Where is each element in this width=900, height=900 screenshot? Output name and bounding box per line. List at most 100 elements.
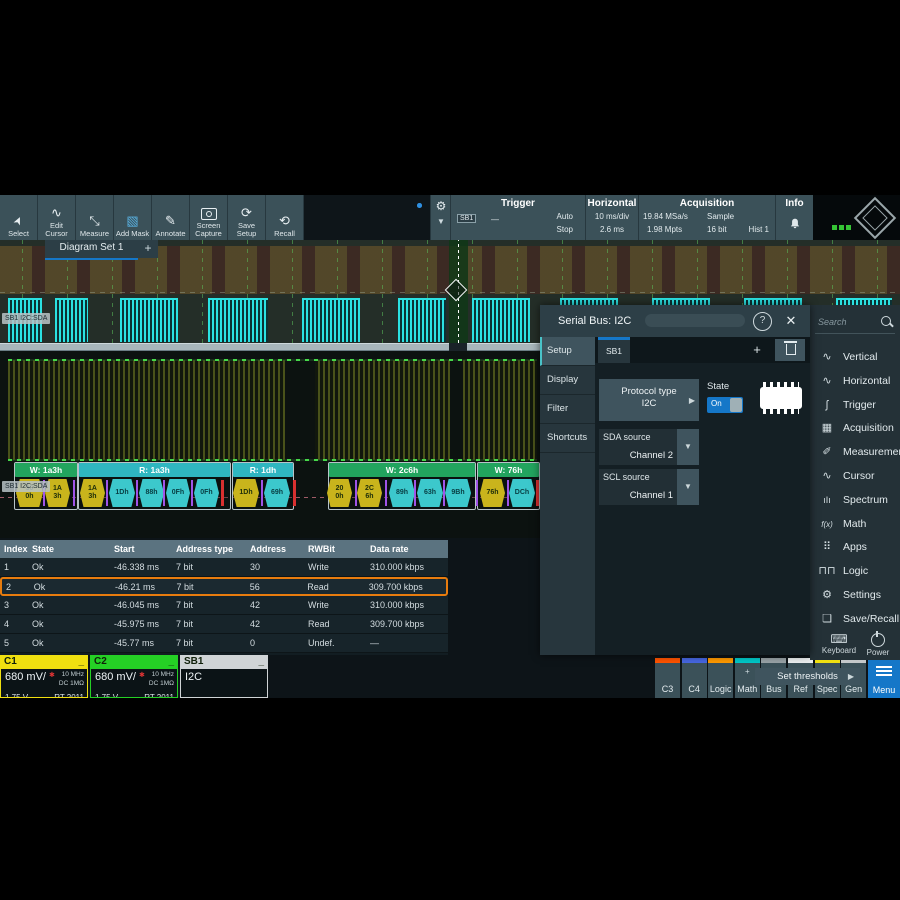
sidebar-item-settings[interactable]: ⚙Settings — [810, 583, 900, 608]
table-cell: Ok — [28, 562, 110, 572]
menu-label: Menu — [868, 685, 900, 695]
column-header-state[interactable]: State — [28, 544, 110, 554]
splitter-handle[interactable] — [449, 343, 467, 351]
set-thresholds-button[interactable]: Set thresholds ▶ — [755, 668, 860, 685]
state-toggle[interactable]: On — [707, 397, 743, 413]
sidebar-item-acquisition[interactable]: ▦Acquisition — [810, 416, 900, 441]
badge-coupling: DC 1MΩ — [149, 680, 174, 687]
channel-color-strip — [708, 658, 733, 663]
sidebar-item-apps[interactable]: ⠿Apps — [810, 535, 900, 560]
add-diagram-tab-button[interactable]: + — [138, 240, 158, 258]
toolbar-button-recall[interactable]: ⟲Recall — [266, 195, 304, 240]
chevron-right-icon: ▶ — [689, 396, 695, 405]
sidebar-item-math[interactable]: f(x)Math — [810, 512, 900, 537]
stop-condition-mark — [536, 480, 539, 506]
chevron-down-icon[interactable]: ▼ — [677, 429, 699, 465]
sidebar-item-horizontal[interactable]: ∿Horizontal — [810, 369, 900, 394]
dialog-tab-filter[interactable]: Filter — [540, 395, 595, 424]
hamburger-icon — [876, 666, 892, 676]
trigger-info[interactable]: Trigger SB1 — Auto Stop — [450, 195, 585, 240]
power-label: Power — [858, 648, 898, 657]
sidebar-item-logic[interactable]: ⊓⊓Logic — [810, 559, 900, 584]
table-row[interactable]: 5Ok-45.77 ms7 bit0Undef.— — [0, 634, 448, 653]
sidebar-item-spectrum[interactable]: ıIıSpectrum — [810, 488, 900, 513]
column-header-start[interactable]: Start — [110, 544, 172, 554]
spectrum-icon: ıIı — [817, 488, 837, 513]
column-header-address-type[interactable]: Address type — [172, 544, 246, 554]
power-button[interactable]: Power — [858, 632, 898, 657]
scl-source-combo[interactable]: SCL source Channel 1 ▼ — [599, 469, 699, 505]
acquisition-info[interactable]: Acquisition 19.84 MSa/s Sample 1.98 Mpts… — [638, 195, 775, 240]
column-header-rwbit[interactable]: RWBit — [304, 544, 366, 554]
keyboard-button[interactable]: ⌨ Keyboard — [816, 632, 862, 655]
gear-icon: ⚙ — [431, 195, 451, 217]
sidebar-item-vertical[interactable]: ∿Vertical — [810, 345, 900, 370]
dialog-drag-handle[interactable] — [645, 314, 745, 327]
sine-icon: ∿ — [51, 204, 62, 222]
close-icon[interactable]: ✕ — [780, 310, 802, 332]
table-cell: 7 bit — [172, 562, 246, 572]
column-header-index[interactable]: Index — [0, 544, 28, 554]
sda-waveform-burst — [55, 298, 88, 342]
grid-vertical — [202, 240, 203, 343]
channel-button-label: C3 — [655, 684, 680, 694]
decode-address-token: 200h — [327, 479, 352, 507]
chevron-down-icon[interactable]: ▼ — [677, 469, 699, 505]
help-button[interactable]: ? — [753, 312, 772, 331]
table-cell: -46.045 ms — [110, 600, 172, 610]
table-row[interactable]: 4Ok-45.975 ms7 bit42Read309.700 kbps — [0, 615, 448, 634]
dialog-tab-setup[interactable]: Setup — [540, 337, 595, 366]
channel-button-c4[interactable]: C4 — [682, 658, 707, 698]
toolbar-button-screen-capture[interactable]: Screen Capture — [190, 195, 228, 240]
horizontal-info[interactable]: Horizontal 10 ms/div 2.6 ms — [585, 195, 638, 240]
decode-data-token: 1Dh — [109, 479, 135, 507]
search-input[interactable]: Search — [815, 311, 895, 334]
sidebar-item-label: Apps — [843, 535, 867, 560]
sidebar-item-label: Vertical — [843, 345, 877, 370]
table-row[interactable]: 2Ok-46.21 ms7 bit56Read309.700 kbps — [0, 577, 448, 596]
table-cell: 1 — [0, 562, 28, 572]
dialog-tab-shortcuts[interactable]: Shortcuts — [540, 424, 595, 453]
toolbar-button-select[interactable]: ➤Select — [0, 195, 38, 240]
toolbar-button-save-setup[interactable]: ⟳Save Setup — [228, 195, 266, 240]
protocol-value: I2C — [599, 398, 699, 409]
protocol-type-combo[interactable]: Protocol type I2C ▶ — [599, 379, 699, 421]
sidebar-item-measurement[interactable]: ✐Measurement — [810, 440, 900, 465]
sda-source-combo[interactable]: SDA source Channel 2 ▼ — [599, 429, 699, 465]
stop-condition-mark — [293, 480, 296, 506]
tab-diagram-set-1[interactable]: Diagram Set 1 — [45, 240, 138, 260]
horizontal-position: 2.6 ms — [586, 225, 638, 234]
dialog-titlebar[interactable]: Serial Bus: I2C ? ✕ — [540, 305, 810, 337]
toolbar-button-edit-cursor[interactable]: ∿Edit Cursor — [38, 195, 76, 240]
toolbar-button-add-mask[interactable]: ▧Add Mask — [114, 195, 152, 240]
scl-source-value: Channel 1 — [630, 490, 673, 501]
table-cell: Read — [303, 582, 364, 592]
toolbar-button-measure[interactable]: ⤡Measure — [76, 195, 114, 240]
delete-bus-button[interactable] — [775, 339, 805, 361]
table-cell: 2 — [2, 582, 30, 592]
info-section[interactable]: Info — [775, 195, 813, 240]
table-row[interactable]: 3Ok-46.045 ms7 bit42Write310.000 kbps — [0, 596, 448, 615]
table-row[interactable]: 1Ok-46.338 ms7 bit30Write310.000 kbps — [0, 558, 448, 577]
channel-badge-sb1[interactable]: SB1_I2C — [180, 655, 268, 698]
column-header-data-rate[interactable]: Data rate — [366, 544, 448, 554]
toolbar: ➤Select∿Edit Cursor⤡Measure▧Add Mask✎Ann… — [0, 195, 430, 240]
pointer-icon: ➤ — [8, 213, 28, 229]
channel-badge-c2[interactable]: C2_680 mV/✱10 MHzDC 1MΩ1.75 VRT 2011 — [90, 655, 178, 698]
channel-button-c3[interactable]: C3 — [655, 658, 680, 698]
toolbar-gear-button[interactable]: ⚙ ▼ — [430, 195, 451, 240]
channel-button-logic[interactable]: Logic — [708, 658, 733, 698]
sidebar-item-cursor[interactable]: ∿Cursor — [810, 464, 900, 489]
tab-sb1[interactable]: SB1 — [598, 337, 630, 363]
column-header-address[interactable]: Address — [246, 544, 304, 554]
sidebar-item-trigger[interactable]: ʃTrigger — [810, 393, 900, 418]
add-bus-button[interactable]: + — [746, 340, 768, 360]
channel-badge-c1[interactable]: C1_680 mV/✱10 MHzDC 1MΩ1.75 VRT 2011 — [0, 655, 88, 698]
dialog-tab-display[interactable]: Display — [540, 366, 595, 395]
menu-button[interactable]: Menu — [868, 658, 900, 698]
table-cell: 309.700 kbps — [365, 582, 446, 592]
badge-value: 680 mV/ — [95, 671, 136, 683]
power-icon — [871, 633, 885, 647]
toolbar-button-annotate[interactable]: ✎Annotate — [152, 195, 190, 240]
sidebar-item-save-recall[interactable]: ❏Save/Recall — [810, 607, 900, 632]
